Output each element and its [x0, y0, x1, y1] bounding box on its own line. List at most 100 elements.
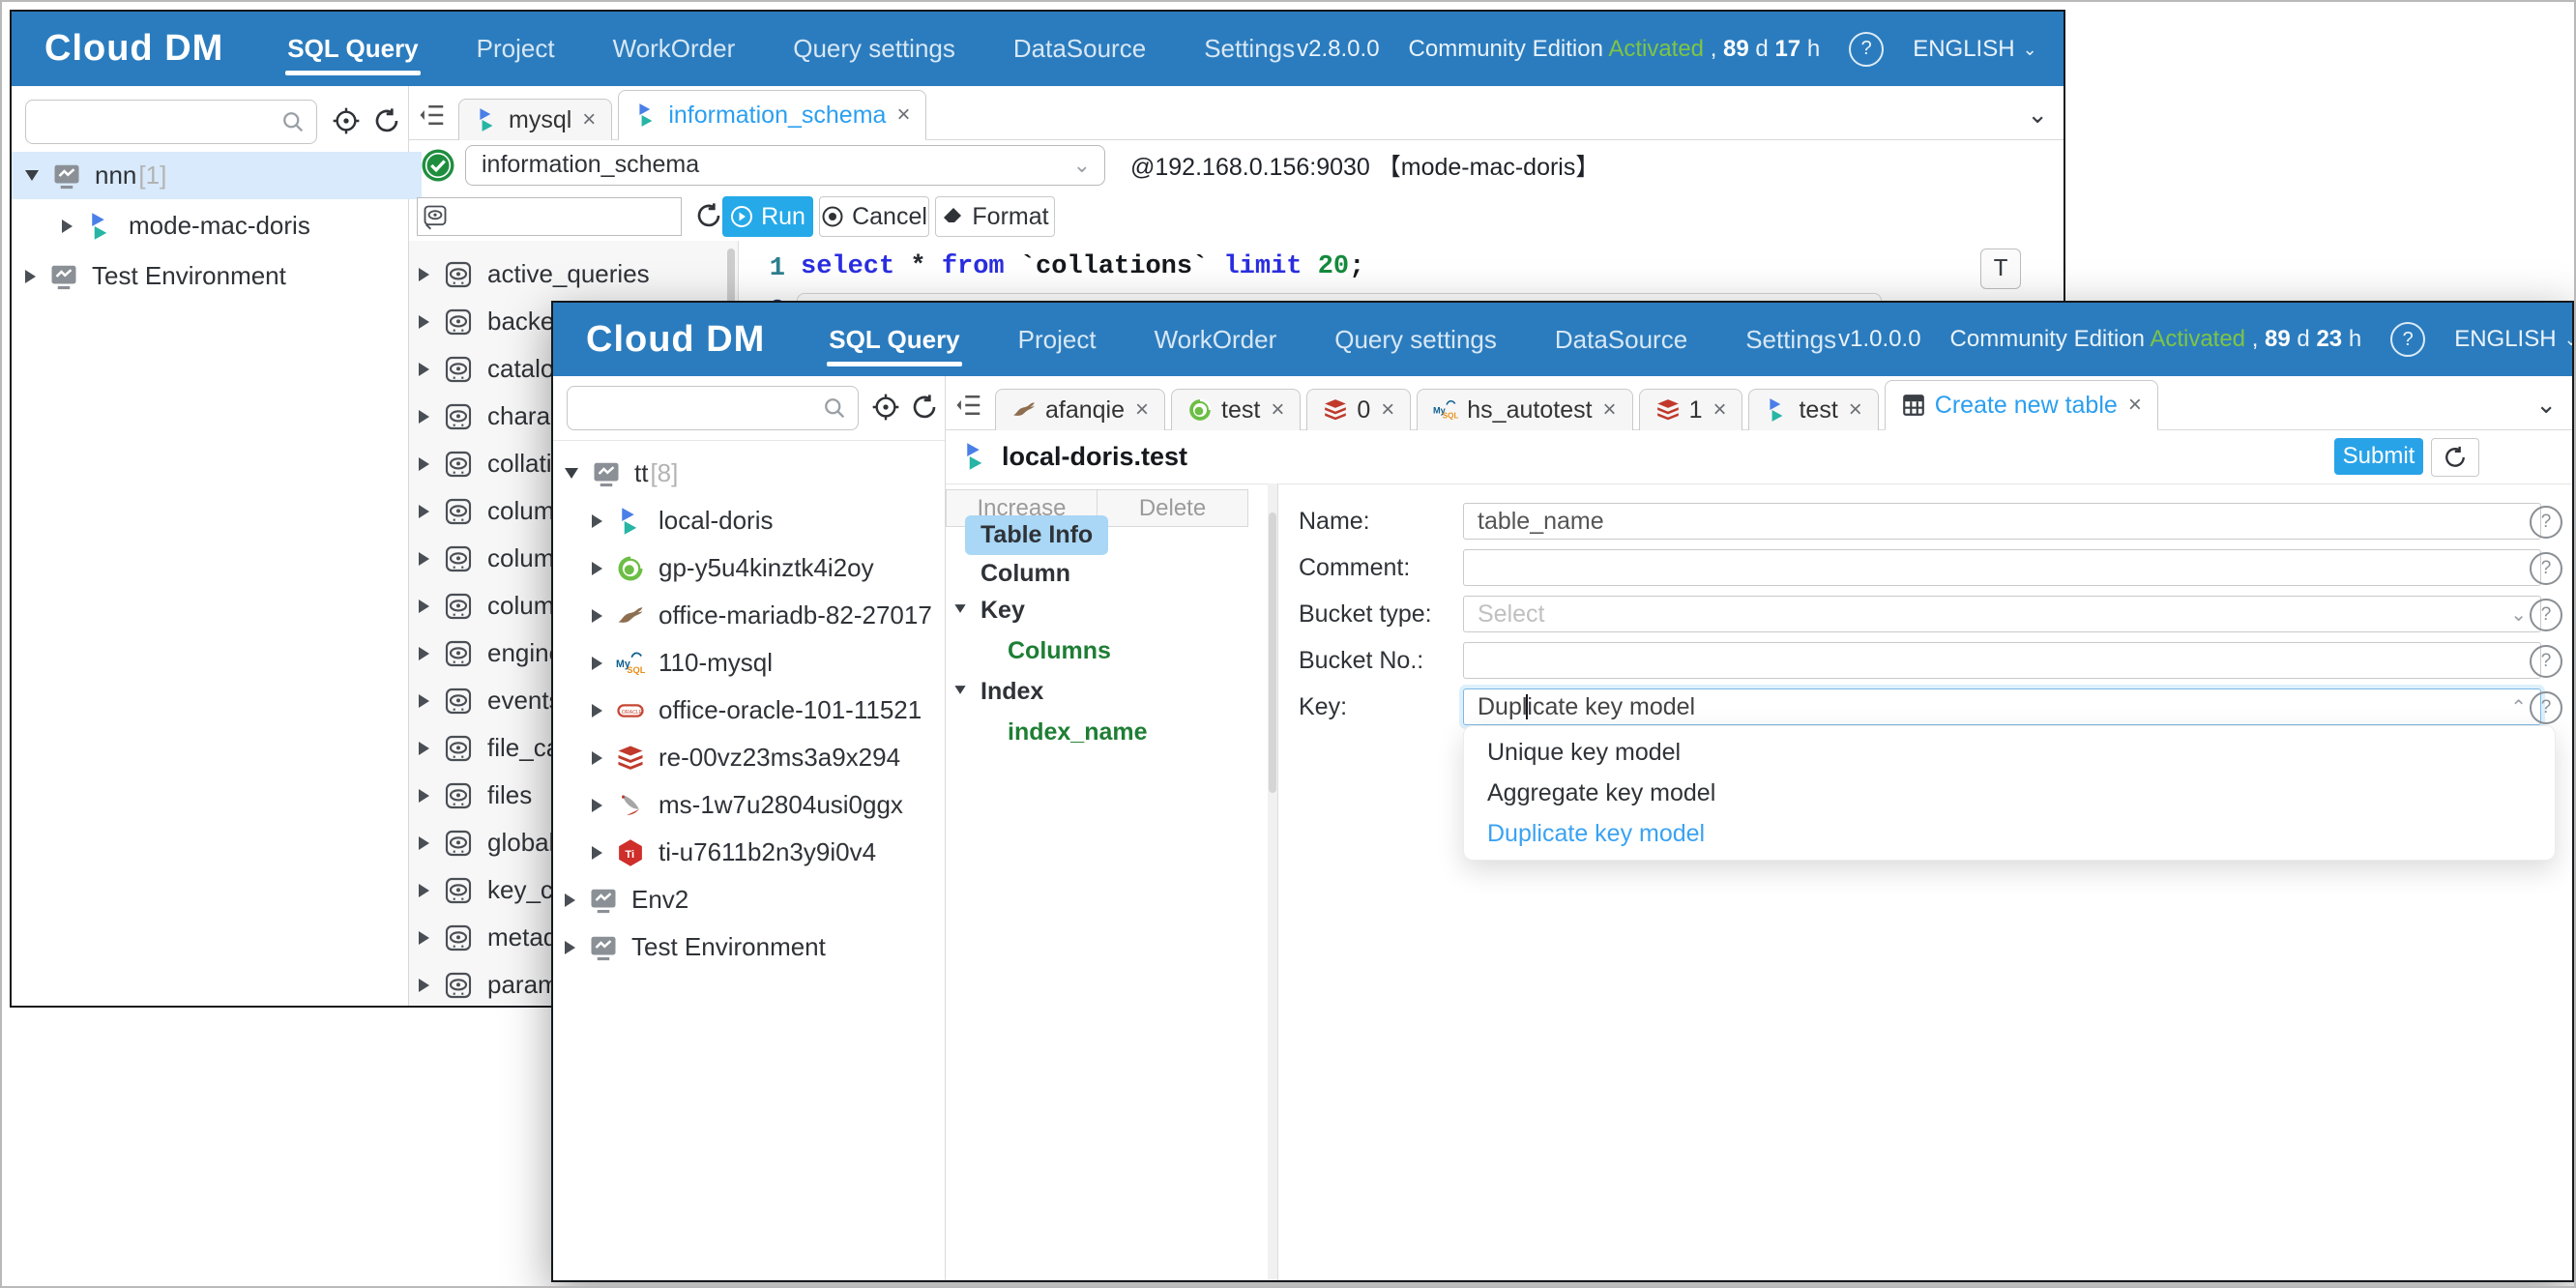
- nav-project[interactable]: Project: [475, 15, 557, 83]
- sidebar-search-input[interactable]: [567, 386, 859, 430]
- run-button[interactable]: Run: [722, 196, 813, 237]
- help-icon[interactable]: ?: [2530, 691, 2562, 724]
- sidebar-search-input[interactable]: [25, 100, 317, 144]
- tab-information-schema[interactable]: information_schema ×: [618, 90, 926, 140]
- tab-1-redis[interactable]: 1 ×: [1639, 389, 1743, 430]
- caret-collapsed-icon[interactable]: [592, 609, 602, 623]
- dropdown-option-aggregate[interactable]: Aggregate key model: [1464, 773, 2555, 813]
- table-row[interactable]: events: [419, 677, 562, 724]
- caret-collapsed-icon[interactable]: [592, 751, 602, 765]
- database-select[interactable]: information_schema ⌄: [465, 145, 1105, 186]
- caret-collapsed-icon[interactable]: [419, 884, 429, 897]
- dropdown-option-duplicate[interactable]: Duplicate key model: [1464, 813, 2555, 854]
- tree-conn-greenplum[interactable]: gp-y5u4kinztk4i2oy: [592, 544, 874, 592]
- tree-conn-oracle[interactable]: ORACLE office-oracle-101-11521: [592, 687, 922, 734]
- nav-sql-query[interactable]: SQL Query: [285, 15, 420, 83]
- scrollbar-thumb[interactable]: [1269, 512, 1276, 793]
- caret-collapsed-icon[interactable]: [419, 315, 429, 329]
- caret-expanded-icon[interactable]: [954, 604, 965, 613]
- caret-collapsed-icon[interactable]: [592, 657, 602, 670]
- nav-query-settings[interactable]: Query settings: [791, 15, 957, 83]
- tree-env-nnn[interactable]: nnn [1]: [12, 152, 422, 199]
- refresh-icon[interactable]: [909, 392, 940, 423]
- submit-button[interactable]: Submit: [2334, 438, 2423, 475]
- refresh-icon[interactable]: [693, 200, 724, 231]
- nav-sql-query[interactable]: SQL Query: [827, 306, 961, 374]
- caret-collapsed-icon[interactable]: [25, 270, 36, 283]
- help-icon[interactable]: ?: [2530, 599, 2562, 631]
- format-button[interactable]: Format: [935, 196, 1055, 237]
- caret-collapsed-icon[interactable]: [419, 552, 429, 566]
- caret-collapsed-icon[interactable]: [565, 893, 575, 907]
- locate-icon[interactable]: [331, 105, 362, 136]
- language-selector[interactable]: ENGLISH ⌄: [2454, 326, 2574, 353]
- close-icon[interactable]: ×: [1712, 396, 1726, 424]
- tree-env-tt[interactable]: tt [8]: [565, 450, 678, 497]
- nav-settings[interactable]: Settings: [1202, 15, 1297, 83]
- tree-conn-sqlserver[interactable]: ms-1w7u2804usi0ggx: [592, 781, 903, 829]
- caret-collapsed-icon[interactable]: [419, 789, 429, 803]
- caret-collapsed-icon[interactable]: [419, 647, 429, 660]
- panel-item-table-info[interactable]: Table Info: [965, 515, 1108, 555]
- caret-collapsed-icon[interactable]: [419, 410, 429, 424]
- tree-conn-local-doris[interactable]: local-doris: [592, 497, 774, 544]
- tab-mysql[interactable]: mysql ×: [458, 99, 612, 140]
- caret-collapsed-icon[interactable]: [592, 846, 602, 860]
- caret-collapsed-icon[interactable]: [419, 268, 429, 281]
- caret-collapsed-icon[interactable]: [419, 931, 429, 945]
- table-filter-input[interactable]: [417, 197, 682, 236]
- caret-collapsed-icon[interactable]: [419, 742, 429, 755]
- close-icon[interactable]: ×: [1271, 396, 1284, 424]
- sql-code-line[interactable]: select * from `collations` limit 20;: [801, 252, 1364, 281]
- caret-collapsed-icon[interactable]: [62, 220, 73, 233]
- refresh-button[interactable]: [2431, 438, 2479, 477]
- caret-collapsed-icon[interactable]: [419, 600, 429, 613]
- nav-datasource[interactable]: DataSource: [1553, 306, 1689, 374]
- tab-0-redis[interactable]: 0 ×: [1306, 389, 1411, 430]
- caret-collapsed-icon[interactable]: [419, 694, 429, 708]
- collapse-sidebar-icon[interactable]: [946, 383, 992, 427]
- panel-item-index-name[interactable]: index_name: [1008, 718, 1148, 746]
- caret-collapsed-icon[interactable]: [592, 562, 602, 575]
- scrollbar-track[interactable]: [1268, 483, 1277, 1280]
- close-icon[interactable]: ×: [1603, 396, 1617, 424]
- cancel-button[interactable]: Cancel: [819, 196, 929, 237]
- panel-item-columns[interactable]: Columns: [1008, 637, 1111, 665]
- collapse-sidebar-icon[interactable]: [409, 93, 455, 137]
- comment-field[interactable]: [1463, 549, 2541, 586]
- caret-collapsed-icon[interactable]: [592, 704, 602, 717]
- caret-collapsed-icon[interactable]: [592, 799, 602, 812]
- tree-conn-tidb[interactable]: Ti ti-u7611b2n3y9i0v4: [592, 829, 876, 876]
- close-icon[interactable]: ×: [1849, 396, 1862, 424]
- text-mode-button[interactable]: T: [1980, 249, 2021, 289]
- close-icon[interactable]: ×: [1135, 396, 1149, 424]
- caret-collapsed-icon[interactable]: [419, 505, 429, 518]
- close-icon[interactable]: ×: [582, 106, 596, 133]
- tab-test-greenplum[interactable]: test ×: [1171, 389, 1301, 430]
- nav-settings[interactable]: Settings: [1743, 306, 1838, 374]
- caret-collapsed-icon[interactable]: [419, 979, 429, 992]
- help-icon[interactable]: ?: [2530, 552, 2562, 585]
- tab-afanqie[interactable]: afanqie ×: [995, 389, 1165, 430]
- panel-item-index[interactable]: Index: [981, 678, 1043, 706]
- tree-conn-mode-mac-doris[interactable]: mode-mac-doris: [62, 202, 310, 249]
- help-icon[interactable]: ?: [2530, 645, 2562, 678]
- bucket-type-select[interactable]: Select ⌄: [1463, 596, 2541, 632]
- nav-datasource[interactable]: DataSource: [1011, 15, 1148, 83]
- nav-query-settings[interactable]: Query settings: [1332, 306, 1499, 374]
- caret-expanded-icon[interactable]: [25, 170, 39, 181]
- close-icon[interactable]: ×: [2128, 392, 2142, 419]
- nav-project[interactable]: Project: [1016, 306, 1098, 374]
- panel-item-key[interactable]: Key: [981, 597, 1025, 625]
- tab-create-new-table[interactable]: Create new table ×: [1885, 380, 2158, 430]
- delete-button[interactable]: Delete: [1097, 489, 1248, 527]
- nav-workorder[interactable]: WorkOrder: [1153, 306, 1279, 374]
- locate-icon[interactable]: [870, 392, 901, 423]
- tree-env-env2[interactable]: Env2: [565, 876, 688, 923]
- caret-collapsed-icon[interactable]: [419, 457, 429, 471]
- caret-expanded-icon[interactable]: [954, 686, 965, 694]
- dropdown-option-unique[interactable]: Unique key model: [1464, 732, 2555, 773]
- help-icon[interactable]: ?: [2390, 322, 2425, 357]
- chevron-down-icon[interactable]: ⌄: [2535, 390, 2557, 420]
- tree-conn-mysql[interactable]: MySQL 110-mysql: [592, 639, 773, 687]
